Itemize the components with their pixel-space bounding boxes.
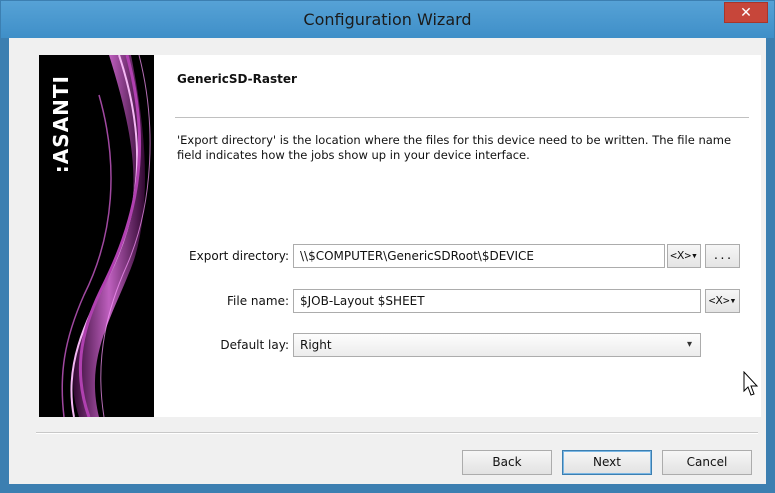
- window-title: Configuration Wizard: [303, 10, 472, 29]
- next-button[interactable]: Next: [562, 450, 652, 475]
- variable-insert-icon: <Ⅹ>▾: [670, 249, 698, 262]
- default-lay-select[interactable]: Right ▾: [293, 333, 701, 357]
- default-lay-label: Default lay:: [220, 338, 289, 352]
- chevron-down-icon: ▾: [686, 339, 692, 350]
- cancel-button[interactable]: Cancel: [662, 450, 752, 475]
- export-directory-label: Export directory:: [189, 249, 289, 263]
- asanti-logo: :ASANTI: [49, 75, 73, 174]
- default-lay-value: Right: [300, 338, 332, 352]
- close-icon: ✕: [740, 5, 752, 21]
- page-description: 'Export directory' is the location where…: [177, 133, 732, 162]
- brand-banner: :ASANTI: [39, 55, 154, 417]
- close-button[interactable]: ✕: [724, 2, 768, 23]
- wizard-client-area: :ASANTI GenericSD-Raster 'Export directo…: [9, 38, 766, 484]
- export-directory-input[interactable]: \\$COMPUTER\GenericSDRoot\$DEVICE: [293, 244, 665, 268]
- file-name-input[interactable]: $JOB-Layout $SHEET: [293, 289, 701, 313]
- configuration-wizard-window: Configuration Wizard ✕:ASANTI GenericSD…: [0, 0, 775, 493]
- mouse-pointer-icon: [743, 371, 759, 396]
- browse-button[interactable]: ...: [705, 244, 740, 268]
- device-title: GenericSD-Raster: [177, 72, 297, 86]
- footer-divider: [36, 432, 758, 433]
- variable-insert-icon: <Ⅹ>▾: [708, 294, 737, 307]
- wizard-content-panel: :ASANTI GenericSD-Raster 'Export directo…: [39, 55, 761, 417]
- back-button[interactable]: Back: [462, 450, 552, 475]
- file-name-variable-button[interactable]: <Ⅹ>▾: [705, 289, 740, 313]
- file-name-label: File name:: [227, 294, 289, 308]
- title-divider: [175, 117, 749, 118]
- title-bar[interactable]: Configuration Wizard ✕: [1, 1, 774, 38]
- export-directory-variable-button[interactable]: <Ⅹ>▾: [667, 244, 701, 268]
